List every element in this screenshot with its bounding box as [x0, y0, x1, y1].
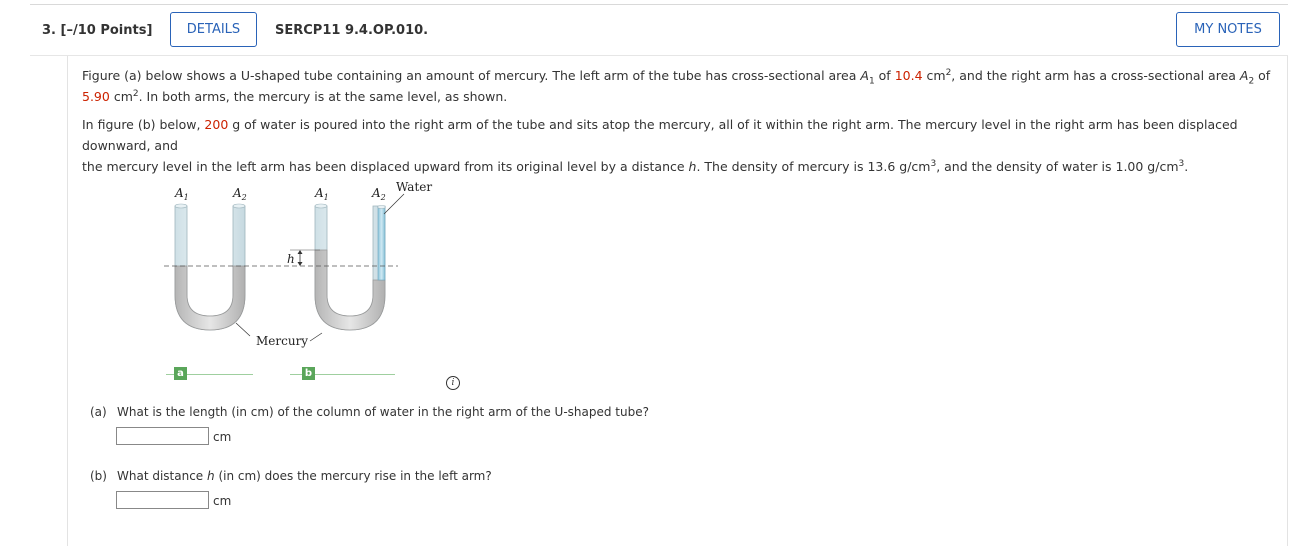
info-icon[interactable]: i	[446, 376, 460, 390]
question-id: SERCP11 9.4.OP.010.	[275, 23, 429, 38]
answer-b-input[interactable]	[116, 491, 209, 509]
my-notes-button[interactable]: MY NOTES	[1176, 12, 1280, 47]
question-number: 3. [–/10 Points]	[42, 23, 153, 38]
h-arrow-down	[297, 262, 303, 266]
text: g of water is poured into the right arm …	[82, 117, 1238, 153]
text: . The density of mercury is 13.6 g/cm	[696, 159, 931, 174]
problem-paragraph-2: In figure (b) below, 200 g of water is p…	[82, 114, 1282, 177]
h-label: h	[287, 252, 295, 266]
water-pointer-line	[383, 193, 405, 215]
figure-b-tab[interactable]: b	[302, 367, 315, 380]
answer-b-unit: cm	[213, 494, 232, 508]
tube-b	[314, 203, 386, 331]
mercury-pointer-right	[309, 332, 323, 342]
question-b-text-end: (in cm) does the mercury rise in the lef…	[214, 469, 492, 483]
text: , and the right arm has a cross-sectiona…	[951, 68, 1240, 83]
answer-a-unit: cm	[213, 430, 232, 444]
question-a: (a) What is the length (in cm) of the col…	[90, 405, 649, 419]
area-a1-value: 10.4	[894, 68, 923, 83]
water-label: Water	[396, 180, 432, 194]
text: .	[1184, 159, 1189, 174]
mercury-label: Mercury	[256, 334, 308, 348]
text: In figure (b) below,	[82, 117, 205, 132]
question-b-text: What distance	[117, 469, 208, 483]
question-b-var: h	[207, 469, 215, 483]
question-a-text: What is the length (in cm) of the column…	[117, 405, 649, 419]
text: cm	[922, 68, 946, 83]
area-a2-value: 5.90	[82, 89, 110, 104]
text: , and the density of water is 1.00 g/cm	[936, 159, 1179, 174]
u-tube-figure: A1 A2 A1 A2 Water h Mercury	[164, 180, 432, 348]
figure-a-tab[interactable]: a	[174, 367, 187, 380]
h-arrow-up	[297, 250, 303, 254]
text: cm	[109, 89, 133, 104]
question-header: 3. [–/10 Points] DETAILS SERCP11 9.4.OP.…	[30, 4, 1288, 56]
label-b2: A2	[371, 186, 386, 202]
label-a2: A2	[232, 186, 247, 202]
label-a1: A1	[174, 186, 189, 202]
details-button[interactable]: DETAILS	[170, 12, 257, 47]
var: A	[860, 68, 869, 83]
problem-paragraph-1: Figure (a) below shows a U-shaped tube c…	[82, 65, 1282, 107]
question-b: (b) What distance h (in cm) does the merc…	[90, 469, 492, 483]
text: Figure (a) below shows a U-shaped tube c…	[82, 68, 861, 83]
answer-a-input[interactable]	[116, 427, 209, 445]
question-b-letter: (b)	[90, 469, 107, 483]
text: of	[874, 68, 895, 83]
mercury-pointer-left	[235, 322, 251, 337]
text: of	[1254, 68, 1271, 83]
text: . In both arms, the mercury is at the sa…	[138, 89, 508, 104]
label-b1: A1	[314, 186, 329, 202]
question-a-letter: (a)	[90, 405, 107, 419]
tube-a	[174, 203, 246, 331]
water-mass-value: 200	[204, 117, 229, 132]
